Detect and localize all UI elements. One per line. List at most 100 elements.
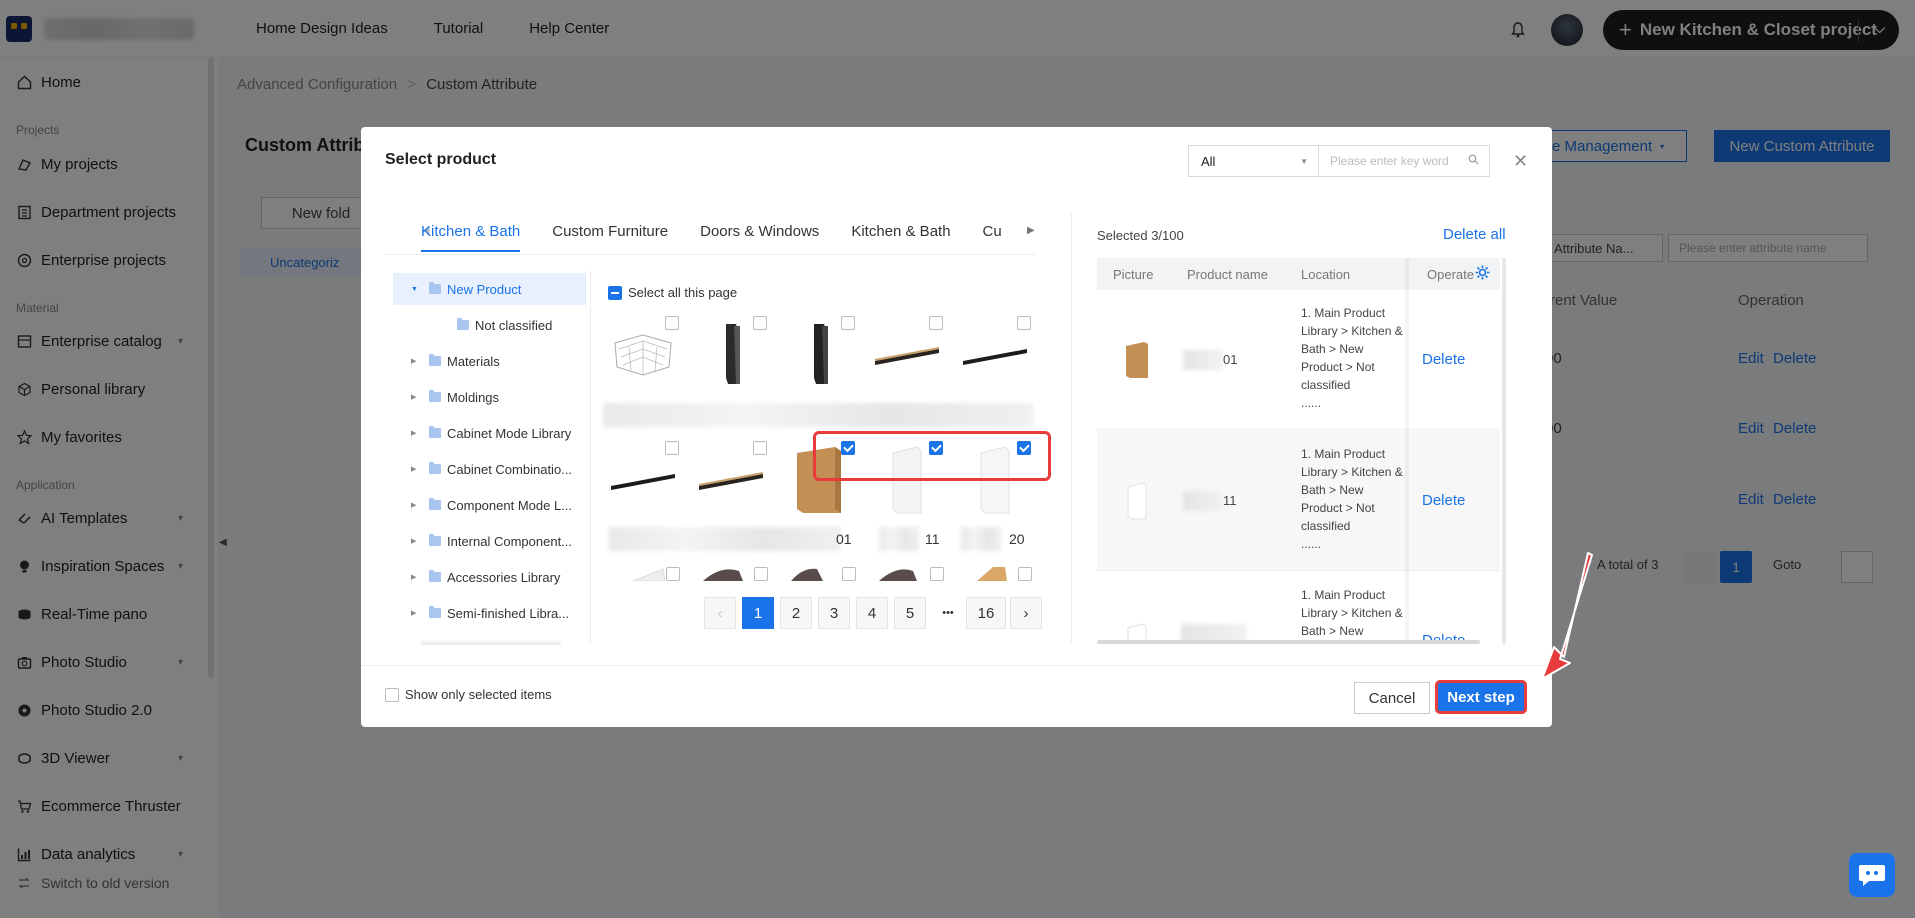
folder-icon: [429, 534, 441, 546]
folder-icon: [429, 498, 441, 510]
tab-cu[interactable]: Cu: [983, 223, 1002, 252]
tab-next-icon[interactable]: ▶: [1027, 225, 1035, 236]
page-1-button[interactable]: 1: [742, 597, 774, 629]
product-name: 20: [1009, 531, 1025, 547]
search-placeholder: Please enter key word: [1330, 154, 1449, 168]
chat-button[interactable]: [1849, 853, 1895, 897]
page-16-button[interactable]: 16: [966, 597, 1006, 629]
product-checkbox[interactable]: [754, 567, 768, 581]
product-card[interactable]: [955, 314, 1035, 394]
column-operate: Operate: [1427, 267, 1474, 282]
folder-icon: [429, 390, 441, 402]
show-only-selected-checkbox[interactable]: Show only selected items: [385, 687, 552, 702]
tree-item-label: New Product: [447, 281, 522, 297]
tree-item-not-classified[interactable]: Not classified: [393, 309, 586, 341]
tab-kitchen-bath-2[interactable]: Kitchen & Bath: [851, 223, 950, 252]
caret-right-icon[interactable]: ▶: [411, 573, 423, 581]
caret-right-icon[interactable]: ▶: [411, 537, 423, 545]
gear-icon[interactable]: [1475, 265, 1490, 283]
product-name: 01: [1223, 352, 1238, 367]
caret-down-icon[interactable]: ▼: [411, 286, 423, 293]
blurred-product-names: [609, 527, 841, 551]
product-name: 11: [925, 531, 940, 547]
tree-item-label: Not classified: [475, 317, 553, 333]
selected-table-header: Picture Product name Location Operate: [1097, 258, 1500, 290]
tree-item-internal-component[interactable]: ▶ Internal Component...: [393, 525, 586, 557]
product-search-input[interactable]: Please enter key word: [1318, 145, 1490, 177]
product-card[interactable]: [867, 314, 947, 394]
product-checkbox[interactable]: [930, 567, 944, 581]
close-icon[interactable]: ✕: [1513, 151, 1528, 172]
tree-item-semi-finished[interactable]: ▶ Semi-finished Libra...: [393, 597, 586, 629]
location-text: 1. Main Product Library > Kitchen & Bath…: [1301, 447, 1403, 533]
next-step-button[interactable]: Next step: [1435, 680, 1527, 714]
tree-item-component-mode[interactable]: ▶ Component Mode L...: [393, 489, 586, 521]
show-only-selected-check[interactable]: [385, 687, 399, 702]
folder-icon: [429, 570, 441, 582]
column-location: Location: [1301, 267, 1351, 282]
tree-item-cabinet-mode-library[interactable]: ▶ Cabinet Mode Library: [393, 417, 586, 449]
table-horizontal-scrollbar[interactable]: [1097, 640, 1480, 644]
product-checkbox[interactable]: [842, 567, 856, 581]
tab-custom-furniture[interactable]: Custom Furniture: [552, 223, 668, 252]
product-checkbox[interactable]: [1017, 316, 1031, 330]
product-card[interactable]: [691, 314, 771, 394]
delete-all-button[interactable]: Delete all: [1443, 226, 1506, 243]
product-name: 11: [1223, 493, 1237, 508]
select-all-checkbox[interactable]: Select all this page: [608, 285, 737, 300]
table-scrollbar[interactable]: [1502, 258, 1506, 644]
caret-right-icon[interactable]: ▶: [411, 465, 423, 473]
page-2-button[interactable]: 2: [780, 597, 812, 629]
product-checkbox[interactable]: [841, 316, 855, 330]
delete-row-button[interactable]: Delete: [1422, 492, 1465, 509]
tab-doors-windows[interactable]: Doors & Windows: [700, 223, 819, 252]
next-page-button[interactable]: ›: [1010, 597, 1042, 629]
caret-right-icon[interactable]: ▶: [411, 501, 423, 509]
product-card[interactable]: [779, 314, 859, 394]
caret-right-icon[interactable]: ▶: [411, 393, 423, 401]
product-checkbox[interactable]: [665, 441, 679, 455]
tab-kitchen-bath[interactable]: Kitchen & Bath: [421, 223, 521, 252]
caret-right-icon[interactable]: ▶: [411, 357, 423, 365]
product-checkbox[interactable]: [666, 567, 680, 581]
tree-item-materials[interactable]: ▶ Materials: [393, 345, 586, 377]
caret-right-icon[interactable]: ▶: [411, 609, 423, 617]
selected-count: Selected 3/100: [1097, 228, 1184, 243]
prev-page-button[interactable]: ‹: [704, 597, 736, 629]
selected-row: 01 1. Main Product Library > Kitchen & B…: [1097, 290, 1500, 430]
delete-row-button[interactable]: Delete: [1422, 351, 1465, 368]
tree-item-accessories-library[interactable]: ▶ Accessories Library: [393, 561, 586, 593]
product-checkbox[interactable]: [1018, 567, 1032, 581]
product-thumbnail: [1117, 340, 1157, 380]
category-filter-select[interactable]: All ▼: [1188, 145, 1318, 177]
page-5-button[interactable]: 5: [894, 597, 926, 629]
search-icon[interactable]: [1468, 154, 1479, 168]
blurred-product-name: [1183, 491, 1223, 511]
tree-item-new-product[interactable]: ▼ New Product: [393, 273, 586, 305]
product-card[interactable]: [603, 314, 683, 394]
product-location: 1. Main Product Library > Kitchen & Bath…: [1301, 304, 1406, 412]
folder-icon: [429, 606, 441, 618]
delete-row-button[interactable]: Delete: [1422, 632, 1465, 640]
product-checkbox[interactable]: [665, 316, 679, 330]
folder-icon: [429, 354, 441, 366]
tree-item-moldings[interactable]: ▶ Moldings: [393, 381, 586, 413]
product-card[interactable]: [603, 439, 683, 519]
tree-item-cabinet-combination[interactable]: ▶ Cabinet Combinatio...: [393, 453, 586, 485]
product-checkbox[interactable]: [753, 316, 767, 330]
location-text: 1. Main Product Library > Kitchen & Bath…: [1301, 306, 1403, 392]
page-ellipsis[interactable]: •••: [932, 597, 964, 629]
annotation-arrow-icon: [1541, 552, 1593, 680]
page-3-button[interactable]: 3: [818, 597, 850, 629]
select-all-check[interactable]: [608, 285, 622, 300]
product-checkbox[interactable]: [929, 316, 943, 330]
column-product-name: Product name: [1187, 267, 1268, 282]
product-checkbox[interactable]: [753, 441, 767, 455]
page-4-button[interactable]: 4: [856, 597, 888, 629]
caret-right-icon[interactable]: ▶: [411, 429, 423, 437]
cancel-button[interactable]: Cancel: [1354, 682, 1430, 714]
folder-icon: [457, 318, 469, 330]
tree-item-label: Internal Component...: [447, 533, 573, 549]
tree-item-label: Cabinet Combinatio...: [447, 461, 573, 477]
product-card[interactable]: [691, 439, 771, 519]
